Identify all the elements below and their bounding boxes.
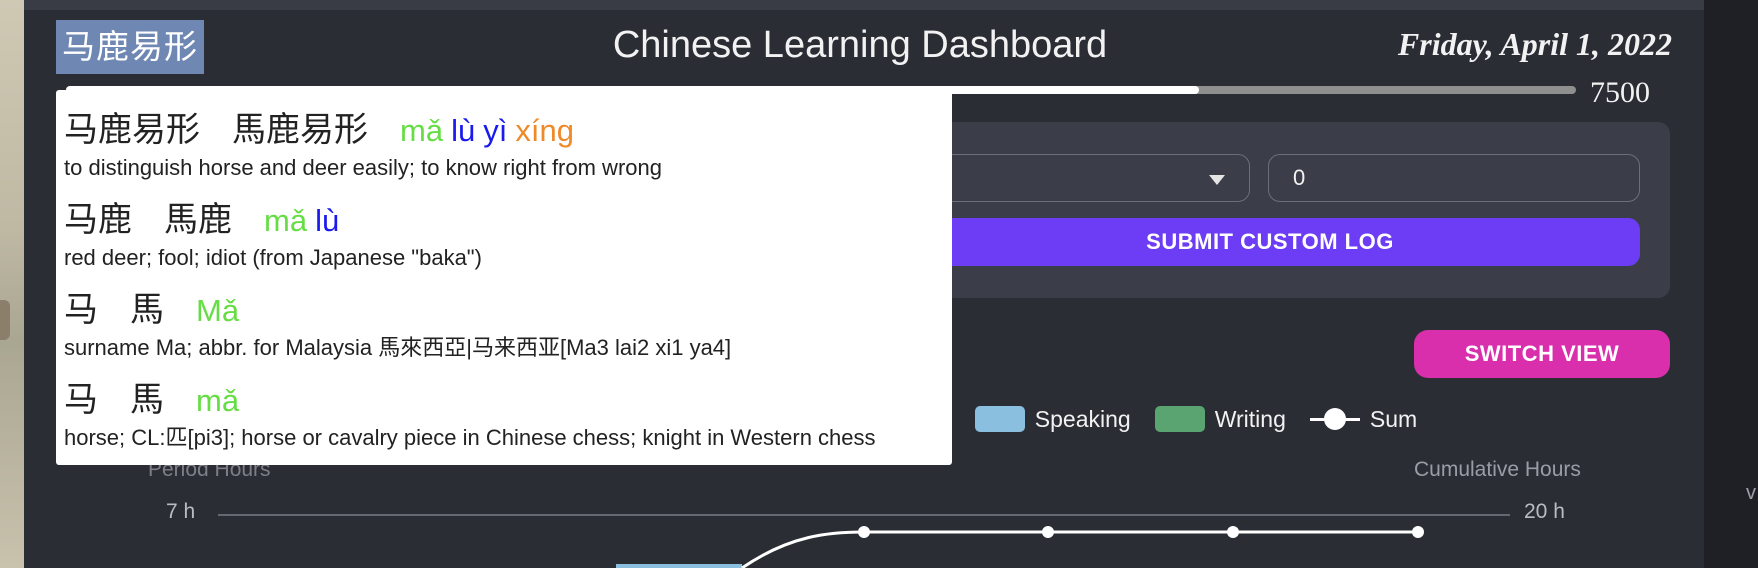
chart-legend: g Speaking Writing Sum xyxy=(940,402,1441,436)
simplified-chars: 马鹿 xyxy=(64,200,132,240)
legend-label: Writing xyxy=(1214,405,1286,432)
dictionary-entry[interactable]: 马 馬 mǎ horse; CL:匹[pi3]; horse or cavalr… xyxy=(64,372,952,458)
dictionary-entry[interactable]: 马 馬 Mǎ surname Ma; abbr. for Malaysia 馬來… xyxy=(64,282,952,368)
skill-select[interactable]: e xyxy=(900,154,1250,202)
sum-point xyxy=(858,526,870,538)
pinyin-syllable: yì xyxy=(483,113,508,148)
right-axis-tick: 20 h xyxy=(1524,500,1565,523)
legend-label: Speaking xyxy=(1034,405,1131,432)
dictionary-popup: 马鹿易形 馬鹿易形 mǎ lù yì xíng to distinguish h… xyxy=(56,90,952,465)
sum-line xyxy=(741,530,1418,568)
page-title: Chinese Learning Dashboard xyxy=(612,24,1108,66)
sum-point xyxy=(1042,526,1054,538)
right-axis-title: Cumulative Hours xyxy=(1414,458,1581,481)
definition: red deer; fool; idiot (from Japanese "ba… xyxy=(64,245,482,270)
traditional-chars: 馬 xyxy=(130,380,164,420)
speaking-swatch xyxy=(974,406,1025,432)
simplified-chars: 马鹿易形 xyxy=(64,110,200,150)
sum-point xyxy=(1227,526,1239,538)
traditional-chars: 馬 xyxy=(130,290,164,330)
chevron-down-icon xyxy=(1209,175,1225,185)
selected-word[interactable]: 马鹿易形 xyxy=(56,20,204,74)
speaking-bar xyxy=(616,564,742,568)
dictionary-entry[interactable]: 马鹿 馬鹿 mǎ lù red deer; fool; idiot (from … xyxy=(64,192,952,278)
legend-item-sum[interactable]: Sum xyxy=(1309,405,1418,433)
dictionary-entry[interactable]: 马鹿易形 馬鹿易形 mǎ lù yì xíng to distinguish h… xyxy=(64,102,952,188)
definition: surname Ma; abbr. for Malaysia 馬來西亞|马来西亚… xyxy=(64,335,732,360)
pinyin-syllable: xíng xyxy=(515,113,574,148)
definition: horse; CL:匹[pi3]; horse or cavalry piece… xyxy=(64,425,876,450)
legend-label: Sum xyxy=(1369,405,1418,432)
traditional-chars: 馬鹿 xyxy=(164,200,232,240)
hours-input[interactable] xyxy=(1268,154,1640,202)
painting-detail xyxy=(0,300,10,340)
pinyin-syllable: mǎ xyxy=(196,383,240,418)
sum-line-swatch xyxy=(1309,406,1360,432)
simplified-chars: 马 xyxy=(64,290,98,330)
top-bar xyxy=(24,0,1704,10)
switch-view-button[interactable]: SWITCH VIEW xyxy=(1414,330,1670,378)
definition: to distinguish horse and deer easily; to… xyxy=(64,155,662,180)
pinyin-syllable: Mǎ xyxy=(196,293,240,328)
current-date: Friday, April 1, 2022 xyxy=(1397,26,1672,62)
edge-glyph: v xyxy=(1746,482,1756,504)
traditional-chars: 馬鹿易形 xyxy=(232,110,368,150)
right-background-strip: v xyxy=(1704,0,1758,568)
pinyin-syllable: mǎ xyxy=(264,203,308,238)
writing-swatch xyxy=(1154,406,1205,432)
pinyin-syllable: lù xyxy=(451,113,476,148)
left-axis-tick: 7 h xyxy=(166,500,196,523)
legend-item-speaking[interactable]: Speaking xyxy=(974,405,1131,433)
goal-progress-value: 7500 xyxy=(1590,76,1650,109)
sum-point xyxy=(1412,526,1424,538)
simplified-chars: 马 xyxy=(64,380,98,420)
pinyin-syllable: lù xyxy=(315,203,340,238)
background-painting-strip xyxy=(0,0,24,568)
pinyin-syllable: mǎ xyxy=(400,113,444,148)
legend-item-writing[interactable]: Writing xyxy=(1154,405,1286,433)
submit-custom-log-button[interactable]: SUBMIT CUSTOM LOG xyxy=(900,218,1640,266)
